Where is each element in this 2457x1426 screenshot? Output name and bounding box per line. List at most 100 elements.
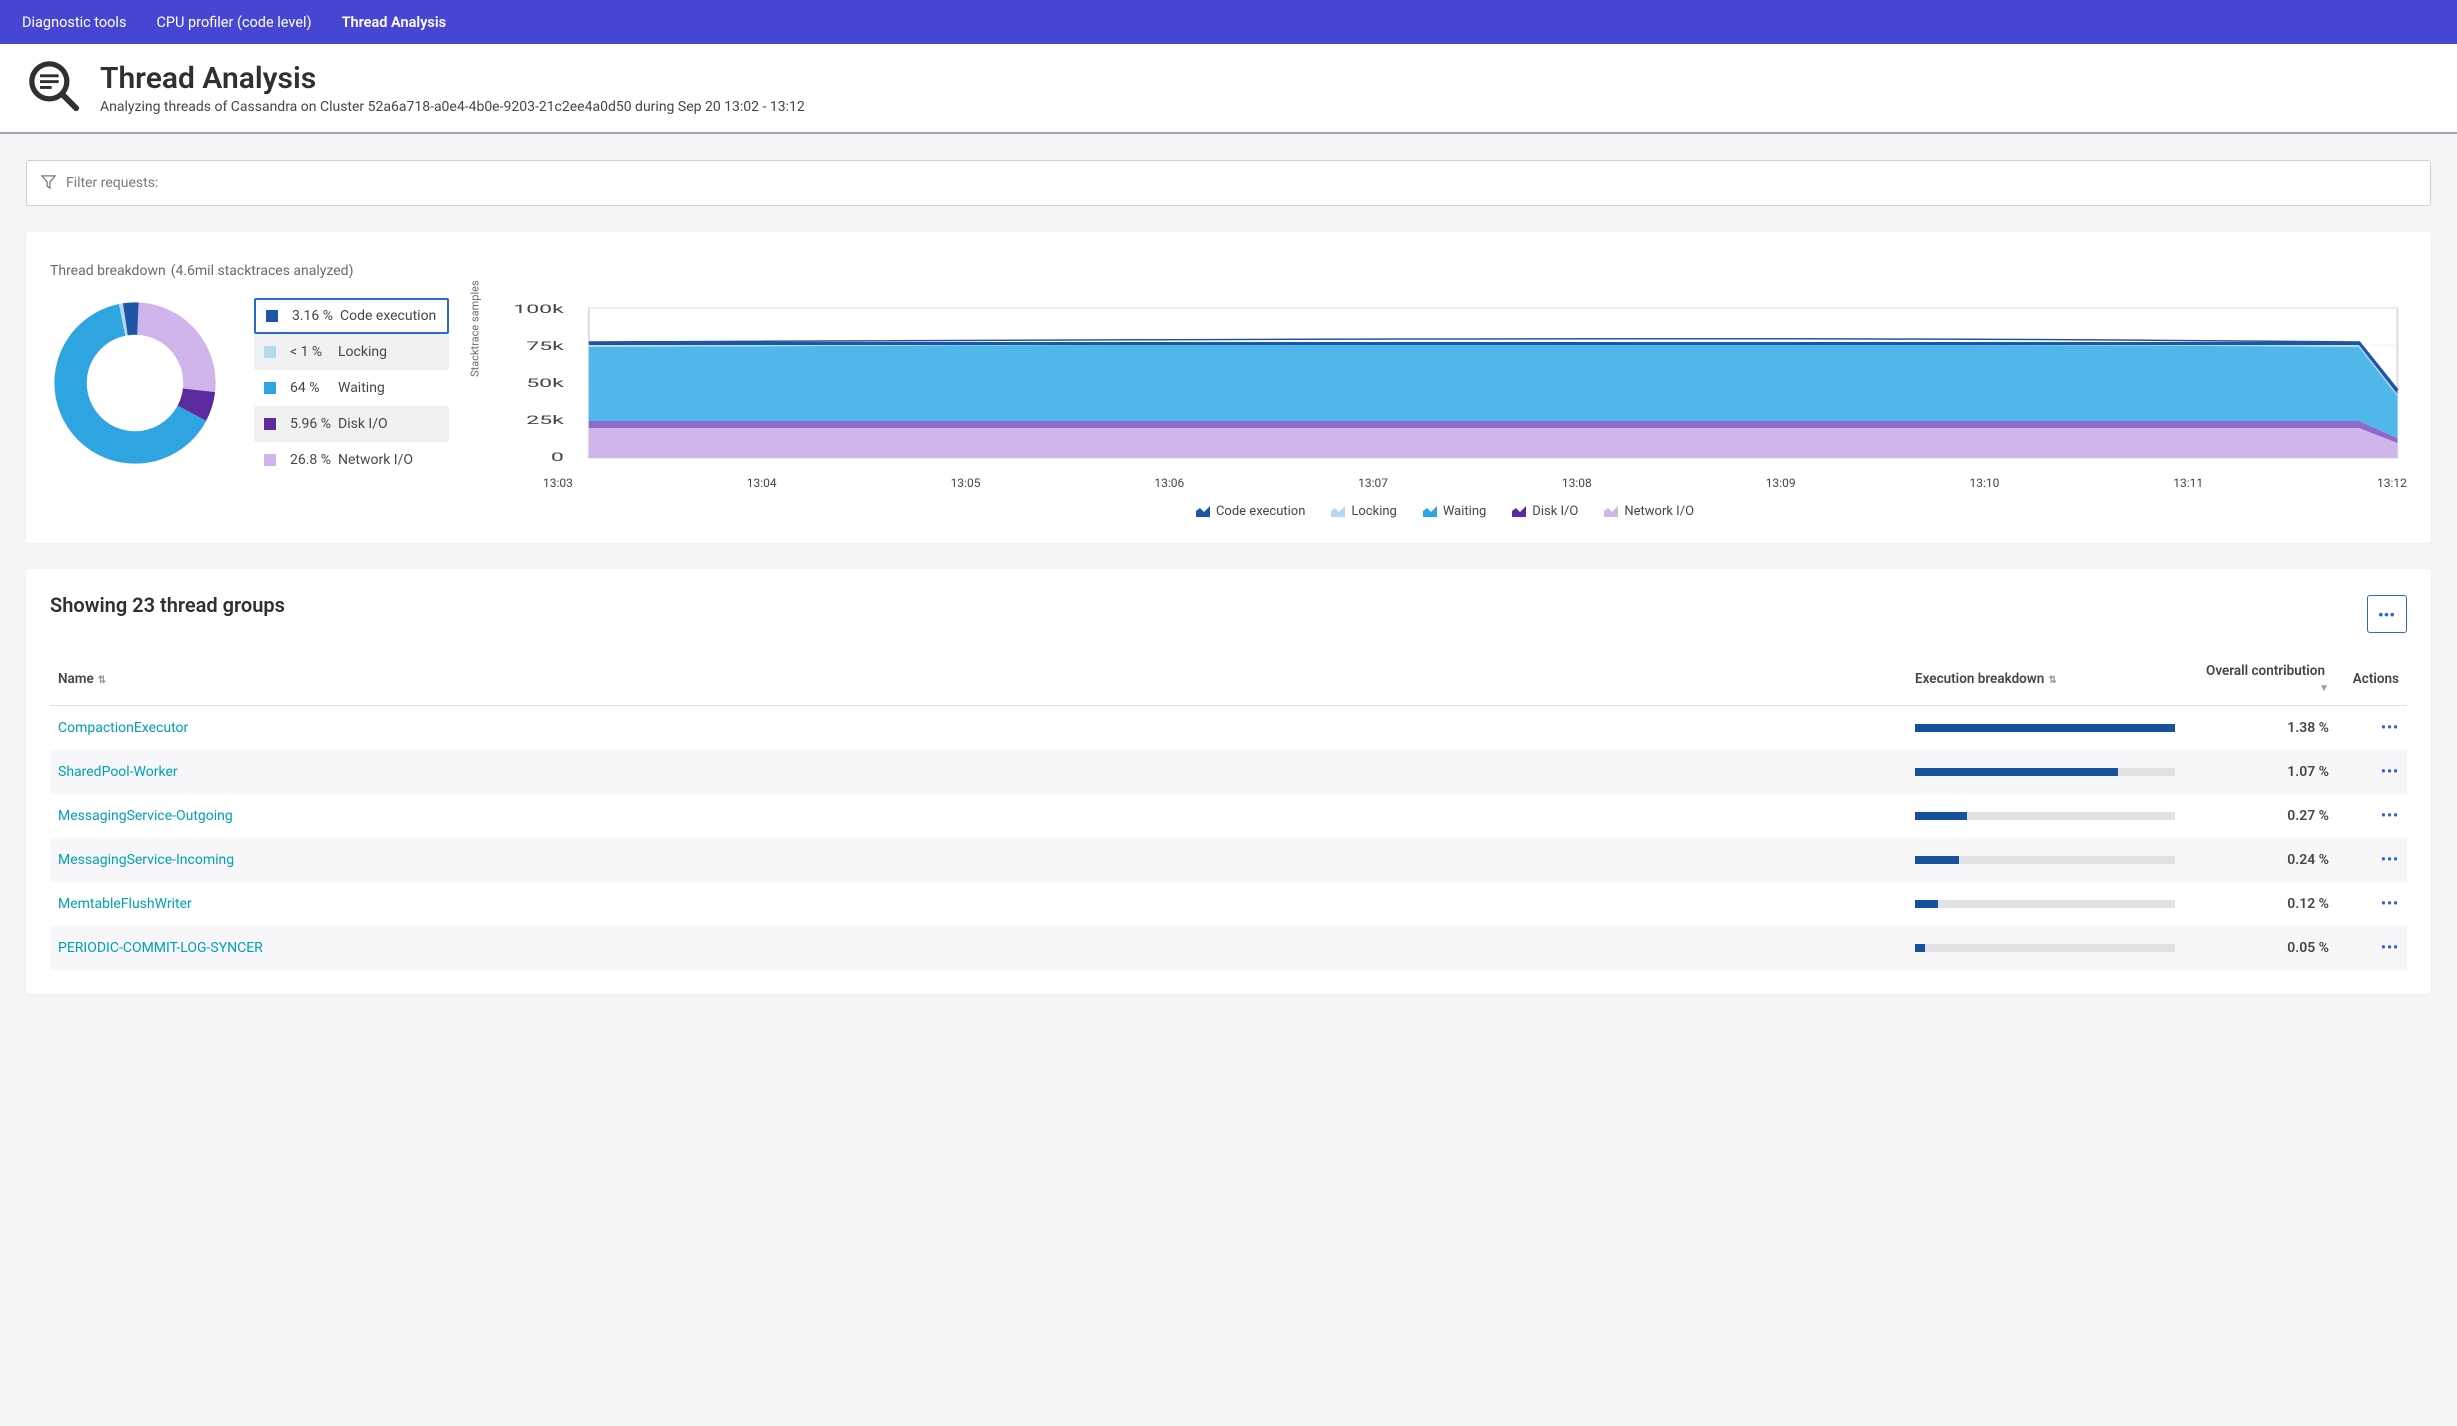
thread-group-link[interactable]: MessagingService-Incoming xyxy=(58,852,234,868)
row-actions-button[interactable]: ••• xyxy=(2381,764,2399,780)
breakdown-title-text: Thread breakdown xyxy=(50,263,166,279)
bottom-legend-item[interactable]: Network I/O xyxy=(1604,504,1694,519)
table-row: MessagingService-Incoming 0.24 % ••• xyxy=(50,838,2407,882)
thread-group-link[interactable]: MessagingService-Outgoing xyxy=(58,808,233,824)
table-row: CompactionExecutor 1.38 % ••• xyxy=(50,706,2407,751)
thread-group-link[interactable]: SharedPool-Worker xyxy=(58,764,178,780)
breadcrumb-item-diagnostic-tools[interactable]: Diagnostic tools xyxy=(10,0,144,44)
swatch-icon xyxy=(264,454,276,466)
swatch-icon xyxy=(266,310,278,322)
bottom-legend-label: Disk I/O xyxy=(1532,504,1578,519)
legend-item-waiting[interactable]: 64 %Waiting xyxy=(254,370,449,406)
exec-bar xyxy=(1915,724,2175,732)
bottom-legend-item[interactable]: Code execution xyxy=(1196,504,1305,519)
overall-value: 0.24 % xyxy=(2187,838,2337,882)
table-row: SharedPool-Worker 1.07 % ••• xyxy=(50,750,2407,794)
swatch-icon xyxy=(264,418,276,430)
table-row: MessagingService-Outgoing0.27 %••• xyxy=(50,794,2407,838)
legend-label: Disk I/O xyxy=(338,416,388,432)
svg-text:50k: 50k xyxy=(526,377,564,391)
exec-bar xyxy=(1915,856,2175,864)
filter-input[interactable]: Filter requests: xyxy=(26,160,2431,206)
exec-bar xyxy=(1915,944,2175,952)
bottom-legend-label: Locking xyxy=(1351,504,1396,519)
legend-item-disk-i-o[interactable]: 5.96 %Disk I/O xyxy=(254,406,449,442)
col-overall[interactable]: Overall contribution ▼ xyxy=(2187,653,2337,706)
legend-item-network-i-o[interactable]: 26.8 %Network I/O xyxy=(254,442,449,478)
legend-pct: 3.16 % xyxy=(292,308,340,324)
bottom-legend-label: Code execution xyxy=(1216,504,1305,519)
thread-breakdown-card: Thread breakdown (4.6mil stacktraces ana… xyxy=(26,232,2431,543)
exec-bar xyxy=(1915,900,2175,908)
legend-pct: 26.8 % xyxy=(290,452,338,468)
overall-value: 0.05 % xyxy=(2187,926,2337,970)
xtick: 13:06 xyxy=(1154,476,1184,490)
table-more-button[interactable]: ••• xyxy=(2367,595,2407,633)
page-subtitle: Analyzing threads of Cassandra on Cluste… xyxy=(100,99,805,115)
thread-analysis-icon xyxy=(26,58,100,118)
thread-group-link[interactable]: MemtableFlushWriter xyxy=(58,896,192,912)
overall-value: 0.12 % xyxy=(2187,882,2337,926)
swatch-icon xyxy=(264,346,276,358)
legend-label: Network I/O xyxy=(338,452,413,468)
filter-icon xyxy=(41,174,66,193)
xtick: 13:09 xyxy=(1766,476,1796,490)
ellipsis-icon: ••• xyxy=(2381,852,2399,868)
legend-item-code-execution[interactable]: 3.16 %Code execution xyxy=(254,298,449,334)
area-icon xyxy=(1196,506,1210,517)
swatch-icon xyxy=(264,382,276,394)
xtick: 13:05 xyxy=(951,476,981,490)
legend-label: Code execution xyxy=(340,308,436,324)
sort-icon: ⇅ xyxy=(98,675,106,686)
area-icon xyxy=(1331,506,1345,517)
ellipsis-icon: ••• xyxy=(2381,764,2399,780)
thread-group-link[interactable]: PERIODIC-COMMIT-LOG-SYNCER xyxy=(58,940,263,956)
breakdown-legend: 3.16 %Code execution< 1 %Locking64 %Wait… xyxy=(254,298,449,519)
thread-group-link[interactable]: CompactionExecutor xyxy=(58,720,188,736)
row-actions-button[interactable]: ••• xyxy=(2381,808,2399,824)
breakdown-title: Thread breakdown (4.6mil stacktraces ana… xyxy=(50,256,2407,280)
table-row: PERIODIC-COMMIT-LOG-SYNCER 0.05 % ••• xyxy=(50,926,2407,970)
bottom-legend-item[interactable]: Locking xyxy=(1331,504,1396,519)
bottom-legend-item[interactable]: Disk I/O xyxy=(1512,504,1578,519)
exec-bar xyxy=(1915,768,2175,776)
col-name[interactable]: Name⇅ xyxy=(50,653,1907,706)
area-icon xyxy=(1604,506,1618,517)
xtick: 13:08 xyxy=(1562,476,1592,490)
page-title: Thread Analysis xyxy=(100,61,805,96)
area-icon xyxy=(1512,506,1526,517)
breakdown-subtitle: (4.6mil stacktraces analyzed) xyxy=(171,263,354,279)
col-exec[interactable]: Execution breakdown⇅ xyxy=(1907,653,2187,706)
table-row: MemtableFlushWriter 0.12 % ••• xyxy=(50,882,2407,926)
legend-pct: 5.96 % xyxy=(290,416,338,432)
ellipsis-icon: ••• xyxy=(2381,808,2399,824)
row-actions-button[interactable]: ••• xyxy=(2381,720,2399,736)
exec-bar xyxy=(1915,812,2175,820)
xtick: 13:07 xyxy=(1358,476,1388,490)
breadcrumb-item-cpu-profiler[interactable]: CPU profiler (code level) xyxy=(144,0,329,44)
area-yaxis-label: Stacktrace samples xyxy=(469,280,482,377)
col-actions: Actions xyxy=(2337,653,2407,706)
breadcrumb-item-thread-analysis[interactable]: Thread Analysis xyxy=(330,0,464,44)
ellipsis-icon: ••• xyxy=(2381,940,2399,956)
overall-value: 1.07 % xyxy=(2187,750,2337,794)
filter-placeholder: Filter requests: xyxy=(66,175,158,191)
row-actions-button[interactable]: ••• xyxy=(2381,896,2399,912)
xtick: 13:04 xyxy=(747,476,777,490)
legend-item-locking[interactable]: < 1 %Locking xyxy=(254,334,449,370)
bottom-legend-item[interactable]: Waiting xyxy=(1423,504,1486,519)
row-actions-button[interactable]: ••• xyxy=(2381,940,2399,956)
row-actions-button[interactable]: ••• xyxy=(2381,852,2399,868)
xtick: 13:10 xyxy=(1969,476,1999,490)
overall-value: 1.38 % xyxy=(2187,706,2337,751)
ellipsis-icon: ••• xyxy=(2379,607,2396,622)
xtick: 13:11 xyxy=(2173,476,2203,490)
legend-pct: 64 % xyxy=(290,380,338,396)
legend-pct: < 1 % xyxy=(290,344,338,360)
bottom-legend-label: Network I/O xyxy=(1624,504,1694,519)
area-chart: 100k 75k 50k 25k 0 xyxy=(483,298,2407,468)
area-bottom-legend: Code execution Locking Waiting Disk I/O Netw… xyxy=(483,504,2407,519)
bottom-legend-label: Waiting xyxy=(1443,504,1486,519)
svg-text:25k: 25k xyxy=(526,414,564,428)
thread-groups-table: Name⇅ Execution breakdown⇅ Overall contr… xyxy=(50,653,2407,970)
